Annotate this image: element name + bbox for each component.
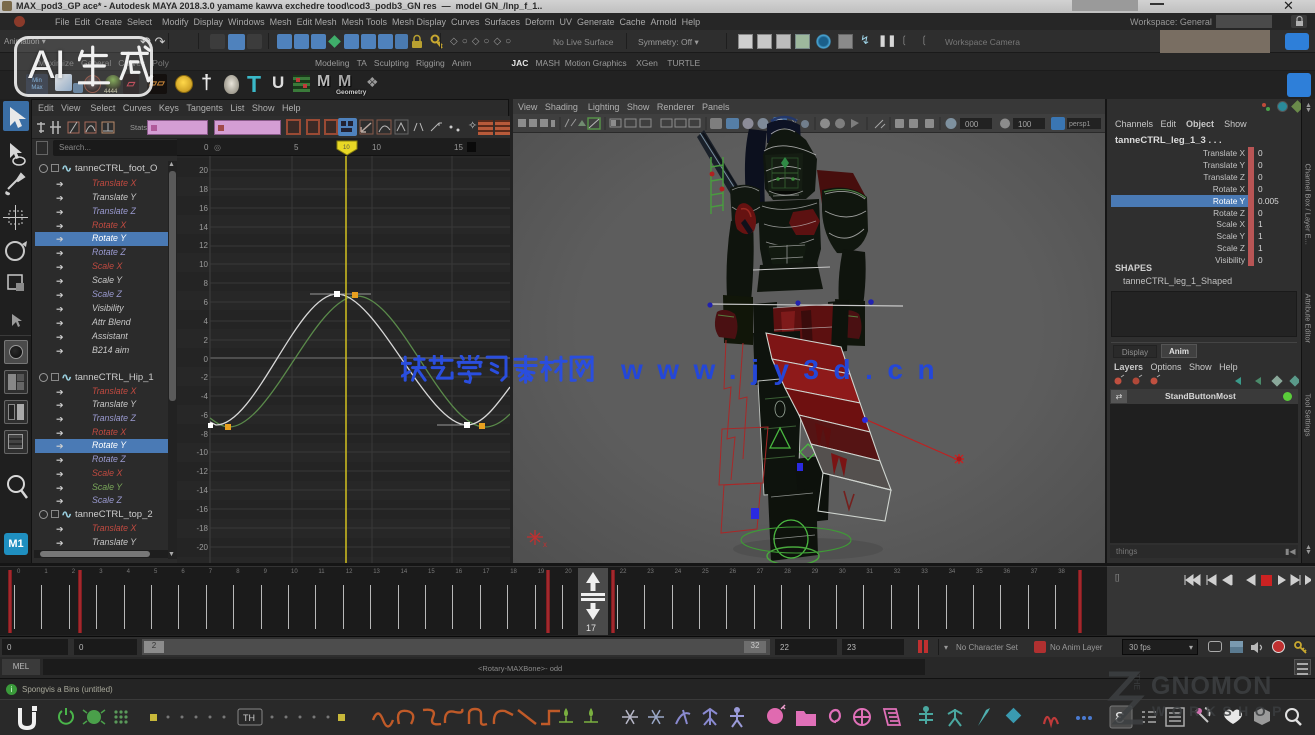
svg-text:-2: -2 xyxy=(201,373,209,382)
svg-text:10: 10 xyxy=(343,145,350,151)
svg-text:2: 2 xyxy=(204,336,209,345)
svg-text:-4: -4 xyxy=(201,392,209,401)
svg-text:-14: -14 xyxy=(196,486,208,495)
svg-text:8: 8 xyxy=(204,279,209,288)
svg-text:4: 4 xyxy=(204,317,209,326)
svg-text:THE: THE xyxy=(1132,674,1141,690)
svg-text:WORKSHOP: WORKSHOP xyxy=(1152,703,1288,719)
svg-text:-8: -8 xyxy=(201,430,209,439)
svg-text:20: 20 xyxy=(199,166,208,175)
svg-text:10: 10 xyxy=(199,260,208,269)
svg-text:-10: -10 xyxy=(196,448,208,457)
svg-text:16: 16 xyxy=(199,204,208,213)
svg-text:-6: -6 xyxy=(201,411,209,420)
svg-text:-20: -20 xyxy=(196,543,208,552)
svg-text:TH: TH xyxy=(243,713,255,723)
svg-text:-16: -16 xyxy=(196,505,208,514)
svg-text:x: x xyxy=(543,540,547,549)
svg-text:-12: -12 xyxy=(196,467,208,476)
svg-text:18: 18 xyxy=(199,185,208,194)
svg-text:0: 0 xyxy=(204,355,209,364)
svg-text:14: 14 xyxy=(199,223,208,232)
svg-text:6: 6 xyxy=(204,298,209,307)
svg-text:GNOMON: GNOMON xyxy=(1151,672,1272,700)
svg-text:-18: -18 xyxy=(196,524,208,533)
svg-text:12: 12 xyxy=(199,241,208,250)
